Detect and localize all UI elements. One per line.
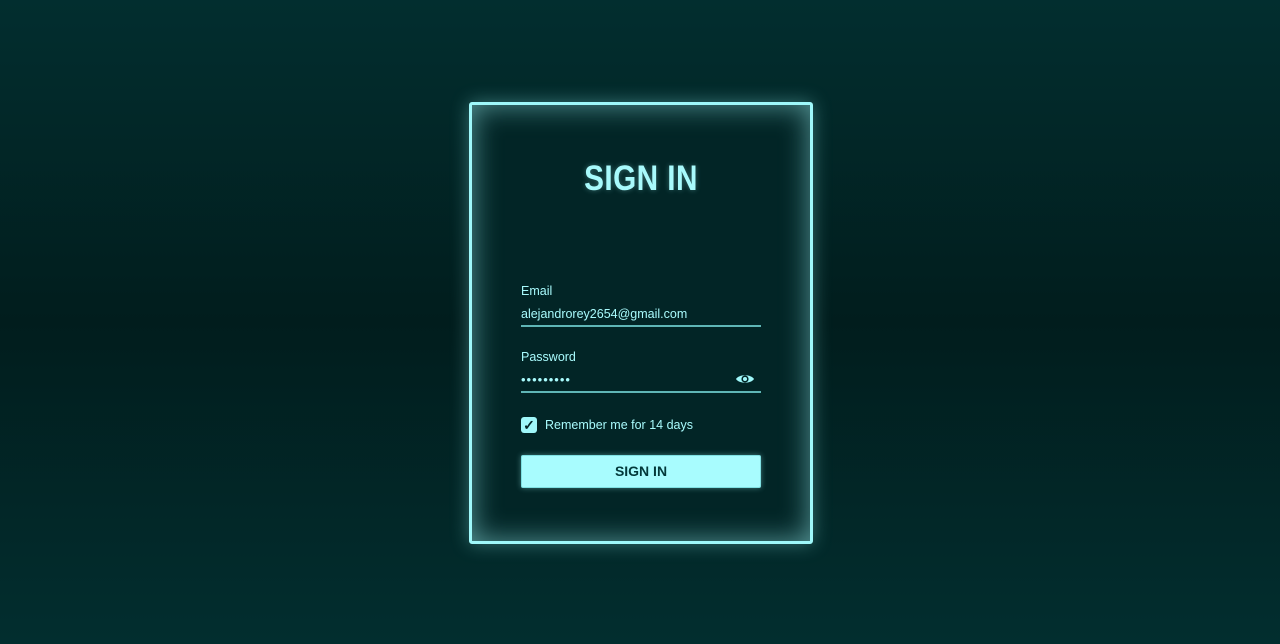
email-field-group: Email alejandrorey2654@gmail.com	[521, 283, 761, 327]
remember-me-checkbox[interactable]: ✓	[521, 417, 537, 433]
email-field[interactable]: alejandrorey2654@gmail.com	[521, 305, 761, 327]
password-label: Password	[521, 350, 576, 364]
page-title: SIGN IN	[584, 159, 698, 198]
password-field[interactable]: •••••••••	[521, 371, 761, 393]
sign-in-button[interactable]: SIGN IN	[521, 455, 761, 488]
email-label: Email	[521, 284, 553, 298]
remember-me-label: Remember me for 14 days	[545, 418, 693, 432]
email-value[interactable]: alejandrorey2654@gmail.com	[521, 307, 687, 321]
remember-me-row[interactable]: ✓ Remember me for 14 days	[521, 417, 693, 433]
eye-icon[interactable]	[735, 371, 755, 387]
signin-card: SIGN IN Email alejandrorey2654@gmail.com…	[469, 102, 813, 544]
password-value[interactable]: •••••••••	[521, 372, 571, 387]
password-field-group: Password •••••••••	[521, 349, 761, 393]
